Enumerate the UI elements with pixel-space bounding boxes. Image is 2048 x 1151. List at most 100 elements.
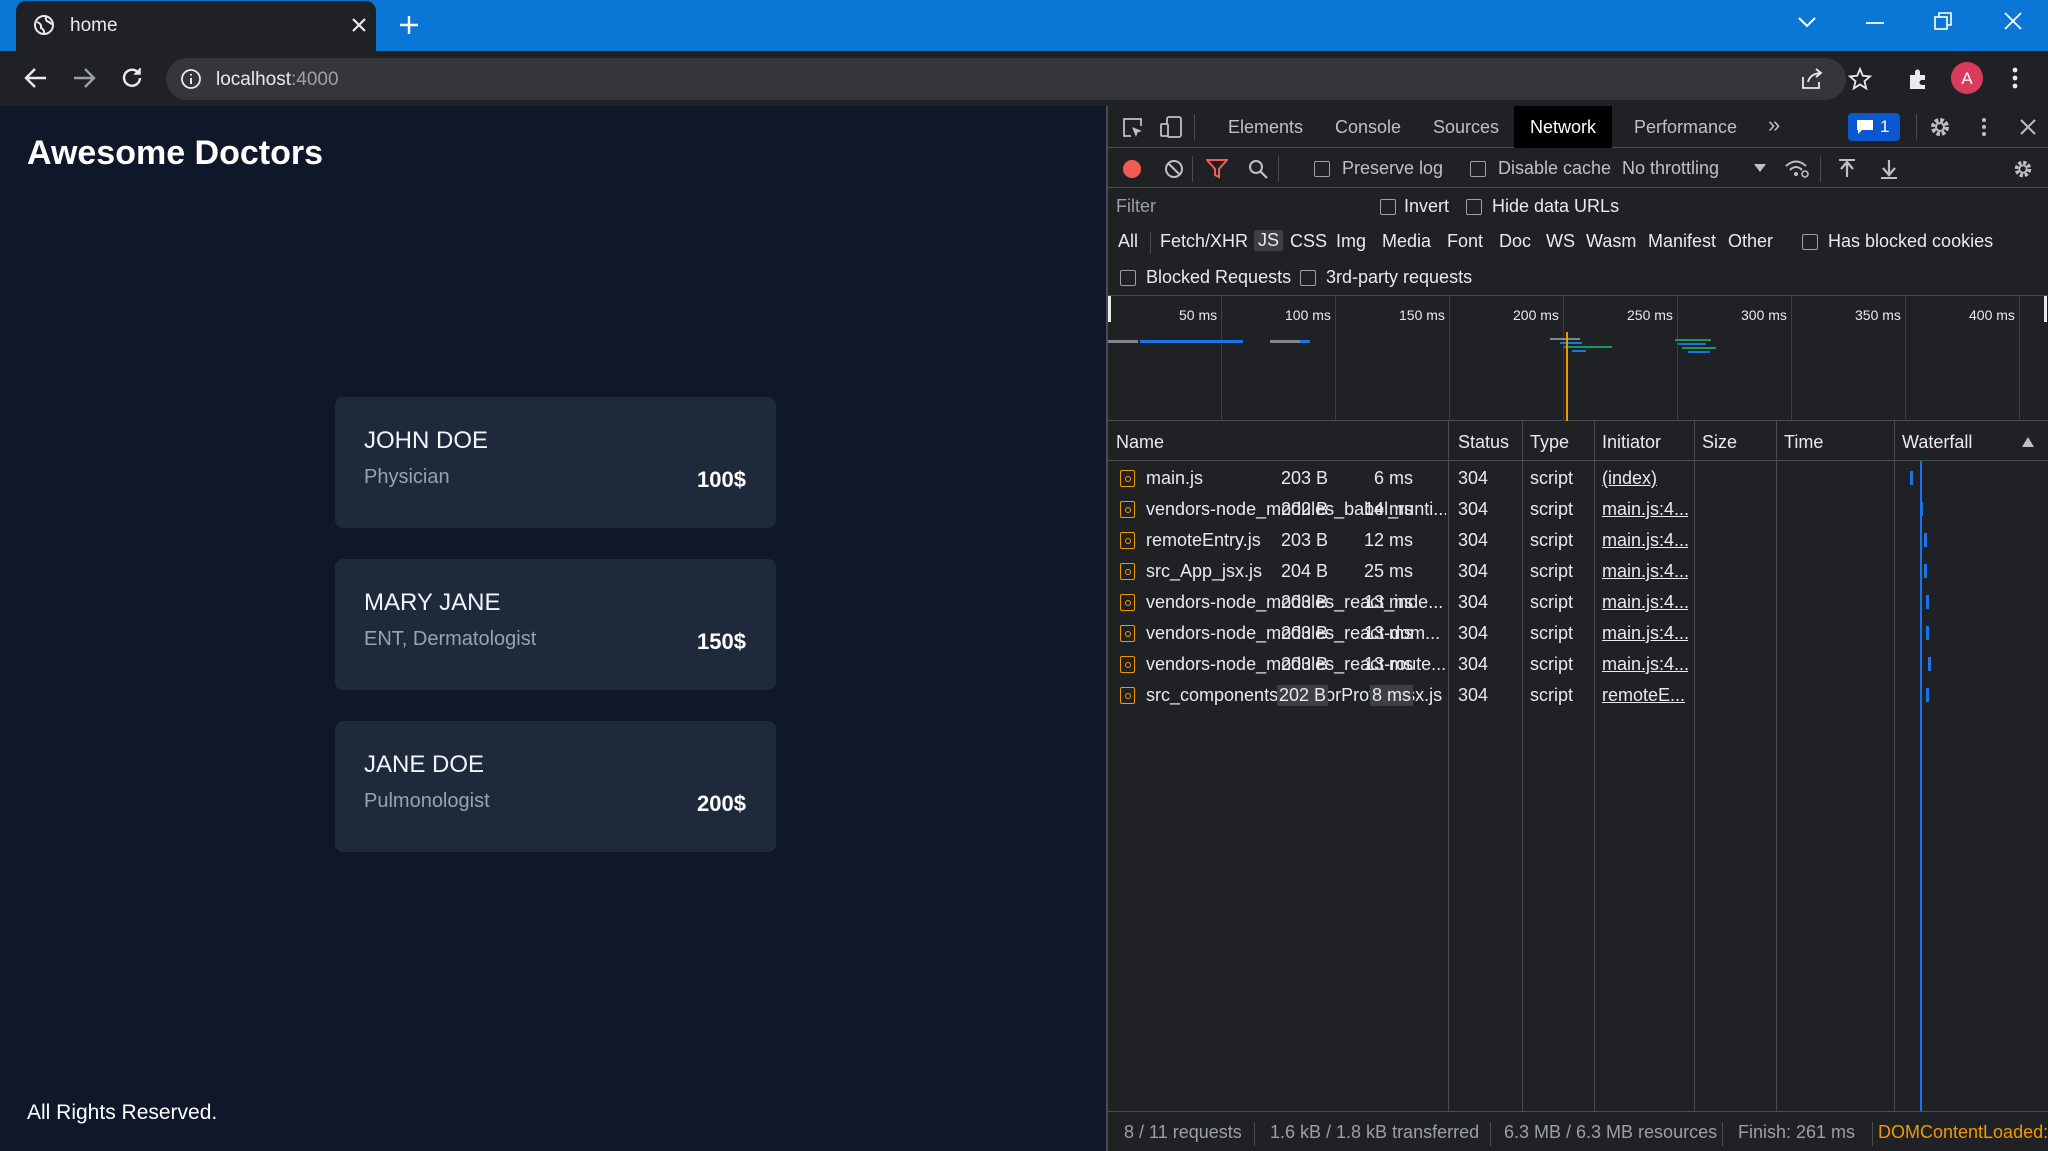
column-header-waterfall[interactable]: Waterfall [1902, 432, 1972, 453]
forward-icon[interactable] [72, 67, 96, 89]
tab-search-chevron-icon[interactable] [1797, 14, 1817, 30]
overview-tick-label: 50 ms [1179, 307, 1218, 323]
column-header-time[interactable]: Time [1784, 432, 1823, 453]
filter-icon[interactable] [1206, 159, 1228, 179]
overview-left-handle[interactable] [1108, 296, 1111, 322]
new-tab-icon[interactable] [398, 14, 420, 36]
column-header-size[interactable]: Size [1702, 432, 1737, 453]
column-header-status[interactable]: Status [1458, 432, 1509, 453]
table-row[interactable]: src_App_jsx.js 304 script main.js:4... 2… [1108, 556, 2048, 587]
close-tab-icon[interactable] [350, 16, 368, 34]
request-initiator[interactable]: main.js:4... [1602, 654, 1688, 675]
doctor-card[interactable]: JOHN DOE Physician 100$ [335, 397, 776, 528]
dom-content-loaded-time: DOMContentLoaded: [1878, 1122, 2048, 1142]
overview-bar [1682, 347, 1716, 349]
tab-elements[interactable]: Elements [1228, 117, 1303, 138]
share-icon[interactable] [1800, 68, 1824, 90]
request-initiator[interactable]: main.js:4... [1602, 592, 1688, 613]
request-initiator[interactable]: (index) [1602, 468, 1688, 489]
doctor-card[interactable]: MARY JANE ENT, Dermatologist 150$ [335, 559, 776, 690]
table-row[interactable]: src_components_DoctorProfile_jsx.js 304 … [1108, 680, 2048, 711]
request-initiator[interactable]: main.js:4... [1602, 499, 1688, 520]
request-type: script [1530, 685, 1574, 705]
request-initiator[interactable]: remoteE... [1602, 685, 1688, 706]
type-doc[interactable]: Doc [1499, 231, 1531, 252]
more-tabs-icon[interactable]: » [1768, 112, 1780, 138]
bookmark-star-icon[interactable] [1848, 67, 1872, 91]
type-img[interactable]: Img [1336, 231, 1366, 252]
browser-tab-strip: home [0, 0, 2048, 51]
invert-checkbox[interactable] [1380, 199, 1396, 215]
type-ws[interactable]: WS [1546, 231, 1575, 252]
search-icon[interactable] [1248, 159, 1268, 179]
sort-ascending-icon[interactable] [2022, 437, 2034, 447]
type-wasm[interactable]: Wasm [1586, 231, 1636, 252]
devtools-menu-icon[interactable] [1980, 116, 1988, 138]
table-row[interactable]: remoteEntry.js 304 script main.js:4... 2… [1108, 525, 2048, 556]
tab-console[interactable]: Console [1335, 117, 1401, 138]
reload-icon[interactable] [120, 66, 144, 90]
record-icon[interactable] [1122, 159, 1142, 179]
blocked-requests-checkbox[interactable] [1120, 270, 1136, 286]
toolbar-divider [1150, 232, 1151, 254]
close-window-icon[interactable] [2004, 12, 2022, 30]
request-initiator[interactable]: main.js:4... [1602, 530, 1688, 551]
minimize-icon[interactable] [1866, 21, 1884, 25]
address-bar[interactable]: localhost:4000 [166, 58, 1872, 100]
table-row[interactable]: vendors-node_modules_react-route... 304 … [1108, 649, 2048, 680]
type-font[interactable]: Font [1447, 231, 1483, 252]
browser-tab[interactable]: home [16, 1, 376, 51]
device-toolbar-icon[interactable] [1160, 115, 1184, 139]
column-header-initiator[interactable]: Initiator [1602, 432, 1661, 453]
restore-icon[interactable] [1934, 12, 1952, 30]
info-icon[interactable] [180, 68, 202, 90]
export-har-icon[interactable] [1880, 158, 1898, 180]
devtools-tab-bar: Elements Console Sources Network Perform… [1108, 106, 2048, 148]
type-fetch-xhr[interactable]: Fetch/XHR [1160, 231, 1248, 252]
column-header-type[interactable]: Type [1530, 432, 1569, 453]
profile-avatar[interactable]: A [1951, 62, 1983, 94]
extensions-icon[interactable] [1906, 67, 1930, 91]
url-text[interactable]: localhost:4000 [216, 69, 339, 91]
network-overview-timeline[interactable]: 50 ms 100 ms 150 ms 200 ms 250 ms 300 ms… [1108, 296, 2048, 421]
back-icon[interactable] [24, 67, 48, 89]
throttling-select[interactable]: No throttling [1622, 158, 1719, 179]
network-conditions-icon[interactable] [1784, 158, 1810, 180]
type-other[interactable]: Other [1728, 231, 1773, 252]
request-initiator[interactable]: main.js:4... [1602, 561, 1688, 582]
third-party-checkbox[interactable] [1300, 270, 1316, 286]
table-row[interactable]: vendors-node_modules_babel_runti... 304 … [1108, 494, 2048, 525]
issues-badge[interactable]: 1 [1848, 113, 1900, 141]
clear-icon[interactable] [1164, 159, 1184, 179]
type-css[interactable]: CSS [1290, 231, 1327, 252]
filter-input[interactable]: Filter [1116, 192, 1366, 220]
chevron-down-icon[interactable] [1754, 163, 1766, 173]
preserve-log-checkbox[interactable] [1314, 161, 1330, 177]
import-har-icon[interactable] [1838, 158, 1856, 180]
type-js[interactable]: JS [1254, 230, 1284, 251]
type-manifest[interactable]: Manifest [1648, 231, 1716, 252]
tab-sources[interactable]: Sources [1433, 117, 1499, 138]
has-blocked-cookies-checkbox[interactable] [1802, 234, 1818, 250]
request-size: 203 B [1280, 623, 1328, 643]
toolbar-divider [1192, 156, 1193, 182]
type-media[interactable]: Media [1382, 231, 1431, 252]
inspect-element-icon[interactable] [1122, 117, 1144, 139]
browser-menu-icon[interactable] [2011, 66, 2019, 90]
column-header-name[interactable]: Name [1116, 432, 1164, 453]
close-devtools-icon[interactable] [2020, 119, 2036, 135]
doctor-card[interactable]: JANE DOE Pulmonologist 200$ [335, 721, 776, 852]
table-row[interactable]: main.js 304 script (index) 203 B 6 ms [1108, 463, 2048, 494]
type-all[interactable]: All [1118, 231, 1138, 252]
table-row[interactable]: vendors-node_modules_react-dom... 304 sc… [1108, 618, 2048, 649]
tab-performance[interactable]: Performance [1634, 117, 1737, 138]
overview-right-handle[interactable] [2044, 296, 2047, 322]
waterfall-bar [1924, 533, 1927, 547]
request-initiator[interactable]: main.js:4... [1602, 623, 1688, 644]
table-row[interactable]: vendors-node_modules_react_inde... 304 s… [1108, 587, 2048, 618]
network-settings-gear-icon[interactable] [2012, 158, 2034, 180]
settings-gear-icon[interactable] [1928, 115, 1952, 139]
tab-network[interactable]: Network [1514, 106, 1613, 148]
disable-cache-checkbox[interactable] [1470, 161, 1486, 177]
hide-data-urls-checkbox[interactable] [1466, 199, 1482, 215]
